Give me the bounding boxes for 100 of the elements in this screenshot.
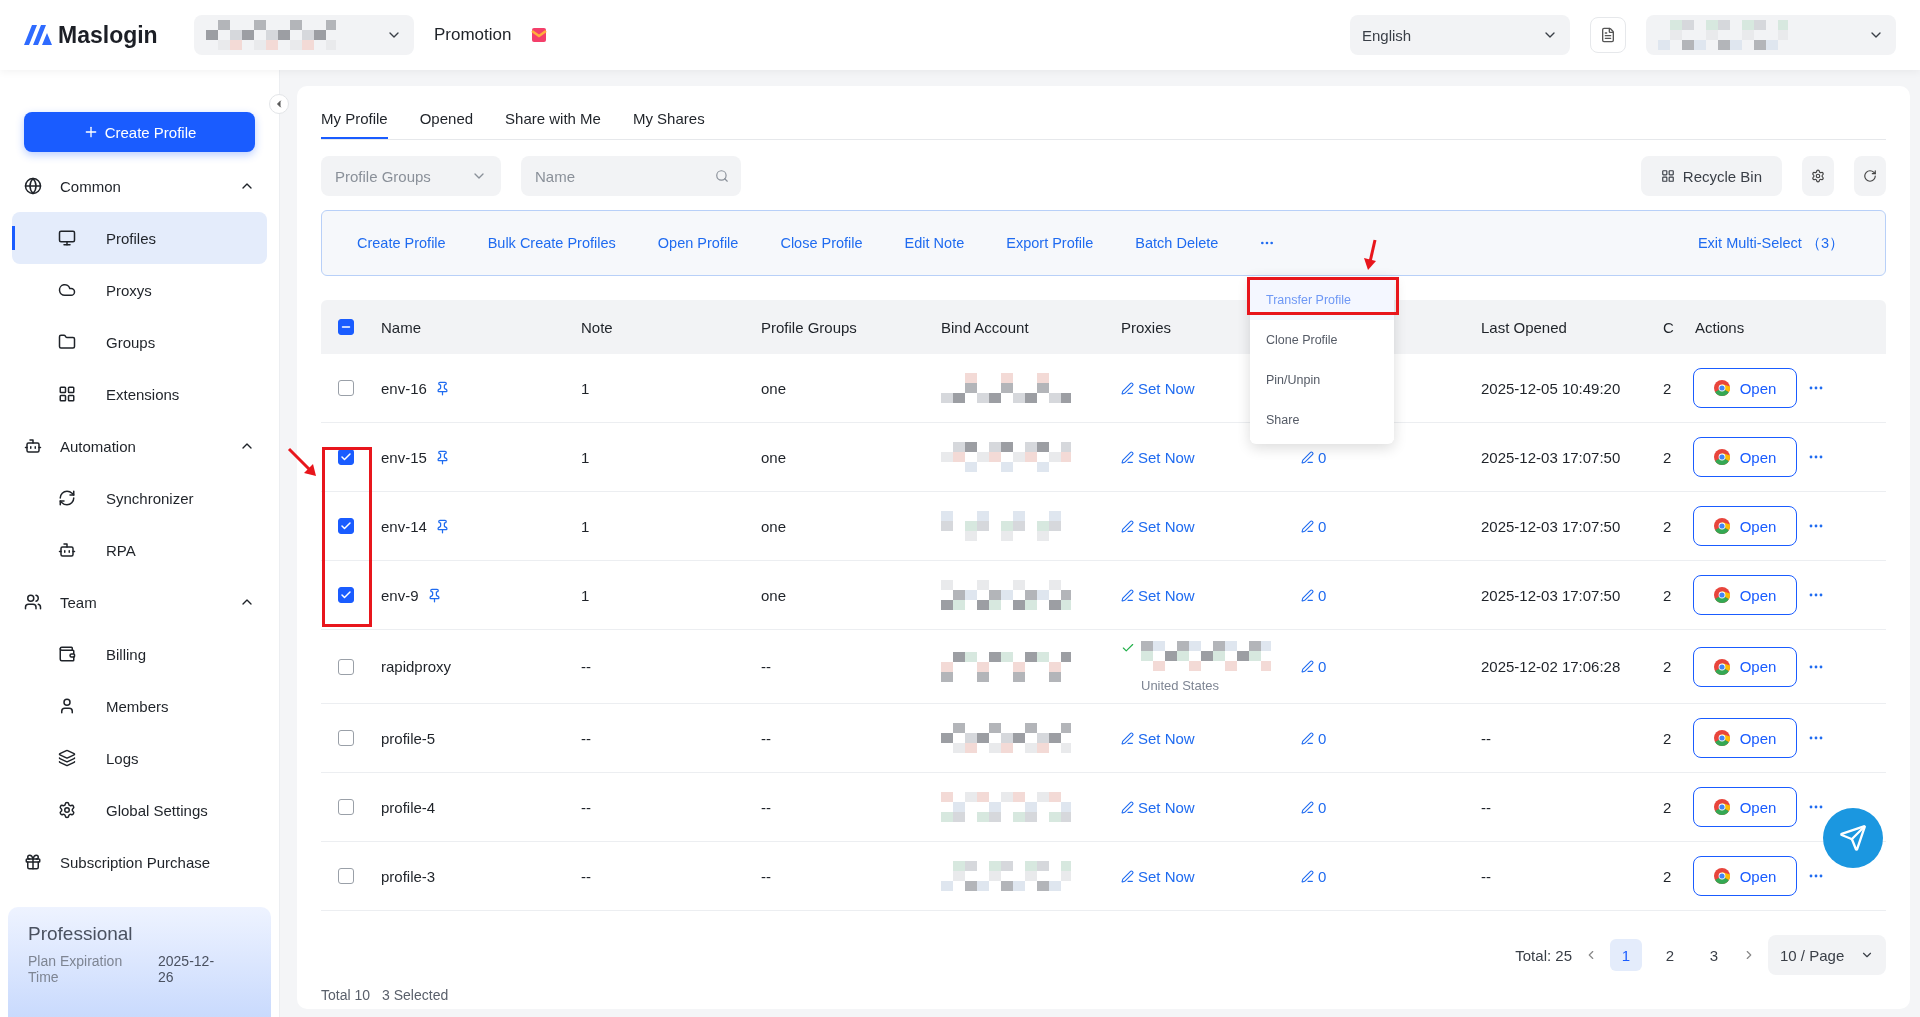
sidebar-item[interactable]: Members — [12, 680, 267, 732]
document-button[interactable] — [1590, 17, 1626, 53]
pin-icon[interactable] — [434, 449, 450, 465]
page-button[interactable]: 1 — [1610, 939, 1642, 971]
more-button[interactable] — [1809, 805, 1823, 809]
select-all-checkbox[interactable] — [338, 319, 354, 335]
toolbar-link[interactable]: Bulk Create Profiles — [466, 235, 637, 251]
sidebar-item[interactable]: Groups — [12, 316, 267, 368]
set-now-link[interactable]: Set Now — [1121, 517, 1195, 535]
open-button[interactable]: Open — [1693, 718, 1797, 758]
sidebar-item[interactable]: Extensions — [12, 368, 267, 420]
count-link[interactable]: 0 — [1301, 586, 1327, 604]
set-now-link[interactable]: Set Now — [1121, 448, 1195, 466]
count-link[interactable]: 0 — [1301, 448, 1327, 466]
sidebar-item[interactable]: Synchronizer — [12, 472, 267, 524]
set-now-link[interactable]: Set Now — [1121, 379, 1195, 397]
count-link[interactable]: 0 — [1301, 798, 1327, 816]
column-header: Note — [580, 318, 614, 336]
set-now-link[interactable]: Set Now — [1121, 867, 1195, 885]
more-button[interactable] — [1809, 386, 1823, 390]
sidebar-section[interactable]: Team — [12, 576, 267, 628]
document-icon — [1600, 27, 1616, 43]
toolbar-link[interactable]: Open Profile — [636, 235, 760, 251]
tab[interactable]: Opened — [419, 110, 474, 139]
sidebar-item[interactable]: Global Settings — [12, 784, 267, 836]
browser-icon — [1713, 587, 1730, 603]
sidebar-section[interactable]: Automation — [12, 420, 267, 472]
count-link[interactable]: 0 — [1301, 658, 1327, 675]
search-input[interactable]: Name — [533, 166, 709, 186]
set-now-link[interactable]: Set Now — [1121, 586, 1195, 604]
tab[interactable]: Share with Me — [505, 110, 601, 139]
open-button[interactable]: Open — [1693, 856, 1797, 896]
row-checkbox[interactable] — [338, 587, 354, 603]
row-checkbox[interactable] — [338, 658, 354, 675]
set-now-link[interactable]: Set Now — [1121, 729, 1195, 747]
more-button[interactable] — [1809, 524, 1823, 528]
sidebar-item[interactable]: RPA — [12, 524, 267, 576]
pin-icon[interactable] — [426, 587, 442, 603]
row-checkbox[interactable] — [338, 730, 354, 746]
create-profile-button[interactable]: Create Profile — [24, 112, 255, 152]
count-link[interactable]: 0 — [1301, 867, 1327, 885]
open-button[interactable]: Open — [1693, 575, 1797, 615]
open-button[interactable]: Open — [1693, 506, 1797, 546]
sidebar-item[interactable]: Proxys — [12, 264, 267, 316]
page-size-select[interactable]: 10 / Page — [1768, 935, 1886, 975]
sidebar-section[interactable]: Common — [12, 160, 267, 212]
exit-multi-select-link[interactable]: Exit Multi-Select （3） — [1676, 233, 1865, 253]
table-cell-text: 2 — [1662, 798, 1673, 816]
sidebar-item[interactable]: Logs — [12, 732, 267, 784]
more-button[interactable] — [1809, 736, 1823, 740]
table-cell-text: 2 — [1662, 867, 1673, 885]
page-button[interactable]: 3 — [1698, 939, 1730, 971]
page-button[interactable]: 2 — [1654, 939, 1686, 971]
promotion-link[interactable]: Promotion — [434, 25, 512, 45]
edit-icon — [1301, 450, 1314, 464]
column-header: Last Opened — [1480, 318, 1568, 336]
open-button[interactable]: Open — [1693, 368, 1797, 408]
settings-button[interactable] — [1802, 156, 1834, 196]
browser-icon — [1713, 380, 1730, 396]
sidebar-section[interactable]: Subscription Purchase — [12, 836, 267, 888]
tab[interactable]: My Profile — [321, 110, 388, 139]
more-button[interactable] — [1809, 455, 1823, 459]
refresh-button[interactable] — [1854, 156, 1886, 196]
recycle-bin-button[interactable]: Recycle Bin — [1640, 156, 1782, 196]
menu-item[interactable]: Transfer Profile — [1250, 280, 1394, 320]
menu-item[interactable]: Share — [1250, 400, 1394, 440]
sidebar-item[interactable]: Billing — [12, 628, 267, 680]
count-link[interactable]: 0 — [1301, 517, 1327, 535]
tab[interactable]: My Shares — [632, 110, 705, 139]
row-checkbox[interactable] — [338, 799, 354, 815]
more-button[interactable] — [1809, 593, 1823, 597]
row-checkbox[interactable] — [338, 380, 354, 396]
check-icon — [340, 589, 352, 601]
search-field[interactable]: Name — [521, 156, 741, 196]
more-button[interactable] — [1809, 874, 1823, 878]
open-button[interactable]: Open — [1693, 437, 1797, 477]
group-select[interactable]: Profile Groups — [321, 156, 501, 196]
toolbar-link[interactable]: Close Profile — [759, 235, 884, 251]
globe-icon — [24, 177, 42, 195]
table-cell-text: one — [760, 379, 788, 397]
pin-icon[interactable] — [434, 518, 450, 534]
open-button[interactable]: Open — [1693, 646, 1797, 687]
open-button[interactable]: Open — [1693, 787, 1797, 827]
set-now-link[interactable]: Set Now — [1121, 798, 1195, 816]
toolbar-link[interactable]: Export Profile — [985, 235, 1115, 251]
toolbar-link[interactable]: Create Profile — [336, 235, 467, 251]
pin-icon[interactable] — [434, 380, 450, 396]
menu-item[interactable]: Clone Profile — [1250, 320, 1394, 360]
workspace-select[interactable] — [194, 15, 414, 55]
more-button[interactable] — [1809, 664, 1823, 669]
menu-item[interactable]: Pin/Unpin — [1250, 360, 1394, 400]
row-checkbox[interactable] — [338, 868, 354, 884]
table-cell-text: 1 — [580, 448, 591, 466]
count-link[interactable]: 0 — [1301, 729, 1327, 747]
sidebar-item[interactable]: Profiles — [12, 212, 267, 264]
toolbar-link[interactable]: Edit Note — [883, 235, 986, 251]
row-checkbox[interactable] — [338, 518, 354, 534]
collapse-button[interactable] — [269, 94, 289, 114]
language-select[interactable]: English — [1350, 15, 1570, 55]
toolbar-link[interactable]: Batch Delete — [1114, 235, 1240, 251]
